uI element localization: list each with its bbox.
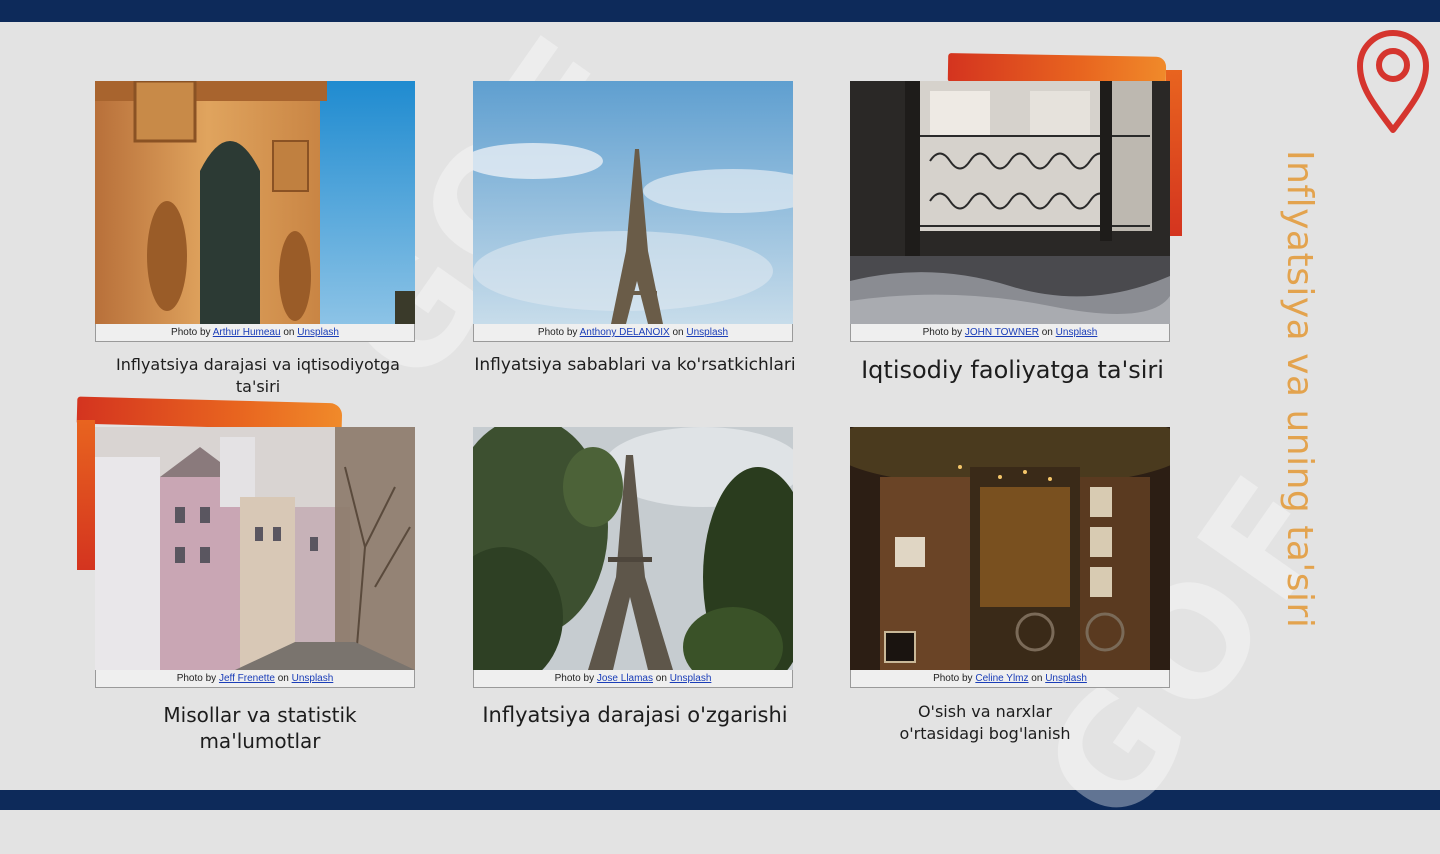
credit-prefix: Photo by xyxy=(922,327,963,338)
unsplash-link[interactable]: Unsplash xyxy=(686,327,728,338)
credit-on: on xyxy=(283,327,295,338)
card-caption: Misollar va statistik ma'lumotlar xyxy=(163,703,357,753)
card-caption: Iqtisodiy faoliyatga ta'siri xyxy=(861,356,1164,384)
author-link[interactable]: Jose Llamas xyxy=(597,673,653,684)
top-frame-bar xyxy=(0,0,1440,22)
photo-card: Photo by JOHN TOWNER on Unsplash xyxy=(850,81,1170,342)
credit-on: on xyxy=(277,673,289,684)
slide-title-vertical: Inflyatsiya va uning ta'siri xyxy=(1268,150,1338,670)
photo-credit: Photo by Jeff Frenette on Unsplash xyxy=(95,670,415,688)
unsplash-link[interactable]: Unsplash xyxy=(297,327,339,338)
photo-cafe-storefront xyxy=(850,427,1170,670)
photo-arc-de-triomphe xyxy=(95,81,415,324)
unsplash-link[interactable]: Unsplash xyxy=(1056,327,1098,338)
credit-prefix: Photo by xyxy=(537,327,578,338)
slide-title: Inflyatsiya va uning ta'siri xyxy=(1279,150,1320,629)
bottom-frame-bar xyxy=(0,790,1440,810)
credit-prefix: Photo by xyxy=(171,327,211,338)
credit-on: on xyxy=(655,673,667,684)
author-link[interactable]: Celine Ylmz xyxy=(975,673,1028,684)
photo-window-balcony xyxy=(850,81,1170,324)
author-link[interactable]: JOHN TOWNER xyxy=(965,327,1039,338)
photo-card: Photo by Anthony DELANOIX on Unsplash xyxy=(473,81,793,342)
photo-credit: Photo by Celine Ylmz on Unsplash xyxy=(850,670,1170,688)
author-link[interactable]: Anthony DELANOIX xyxy=(580,327,670,338)
location-pin-icon xyxy=(1357,30,1429,133)
author-link[interactable]: Jeff Frenette xyxy=(219,673,275,684)
credit-on: on xyxy=(1031,673,1043,684)
photo-card: Photo by Jose Llamas on Unsplash xyxy=(473,427,793,688)
unsplash-link[interactable]: Unsplash xyxy=(670,673,712,684)
card-caption: Inflyatsiya darajasi o'zgarishi xyxy=(482,703,788,727)
decorative-swoosh xyxy=(77,420,95,570)
photo-card: Photo by Celine Ylmz on Unsplash xyxy=(850,427,1170,688)
unsplash-link[interactable]: Unsplash xyxy=(1045,673,1087,684)
credit-on: on xyxy=(1041,327,1053,338)
photo-credit: Photo by JOHN TOWNER on Unsplash xyxy=(850,324,1170,342)
photo-card: Photo by Arthur Humeau on Unsplash xyxy=(95,81,415,342)
card-caption: O'sish va narxlar o'rtasidagi bog'lanish xyxy=(899,702,1071,743)
card-caption: Inflyatsiya darajasi va iqtisodiyotga ta… xyxy=(116,355,400,396)
author-link[interactable]: Arthur Humeau xyxy=(213,327,281,338)
photo-credit: Photo by Arthur Humeau on Unsplash xyxy=(95,324,415,342)
credit-prefix: Photo by xyxy=(176,673,217,684)
card-caption: Inflyatsiya sabablari va ko'rsatkichlari xyxy=(474,355,796,375)
photo-paris-street xyxy=(95,427,415,670)
credit-on: on xyxy=(672,327,684,338)
unsplash-link[interactable]: Unsplash xyxy=(292,673,334,684)
credit-prefix: Photo by xyxy=(933,673,973,684)
photo-eiffel-tower-sky xyxy=(473,81,793,324)
credit-prefix: Photo by xyxy=(554,673,595,684)
decorative-swoosh xyxy=(76,396,343,431)
photo-card: Photo by Jeff Frenette on Unsplash xyxy=(95,427,415,688)
photo-eiffel-tower-trees xyxy=(473,427,793,670)
photo-credit: Photo by Jose Llamas on Unsplash xyxy=(473,670,793,688)
photo-credit: Photo by Anthony DELANOIX on Unsplash xyxy=(473,324,793,342)
